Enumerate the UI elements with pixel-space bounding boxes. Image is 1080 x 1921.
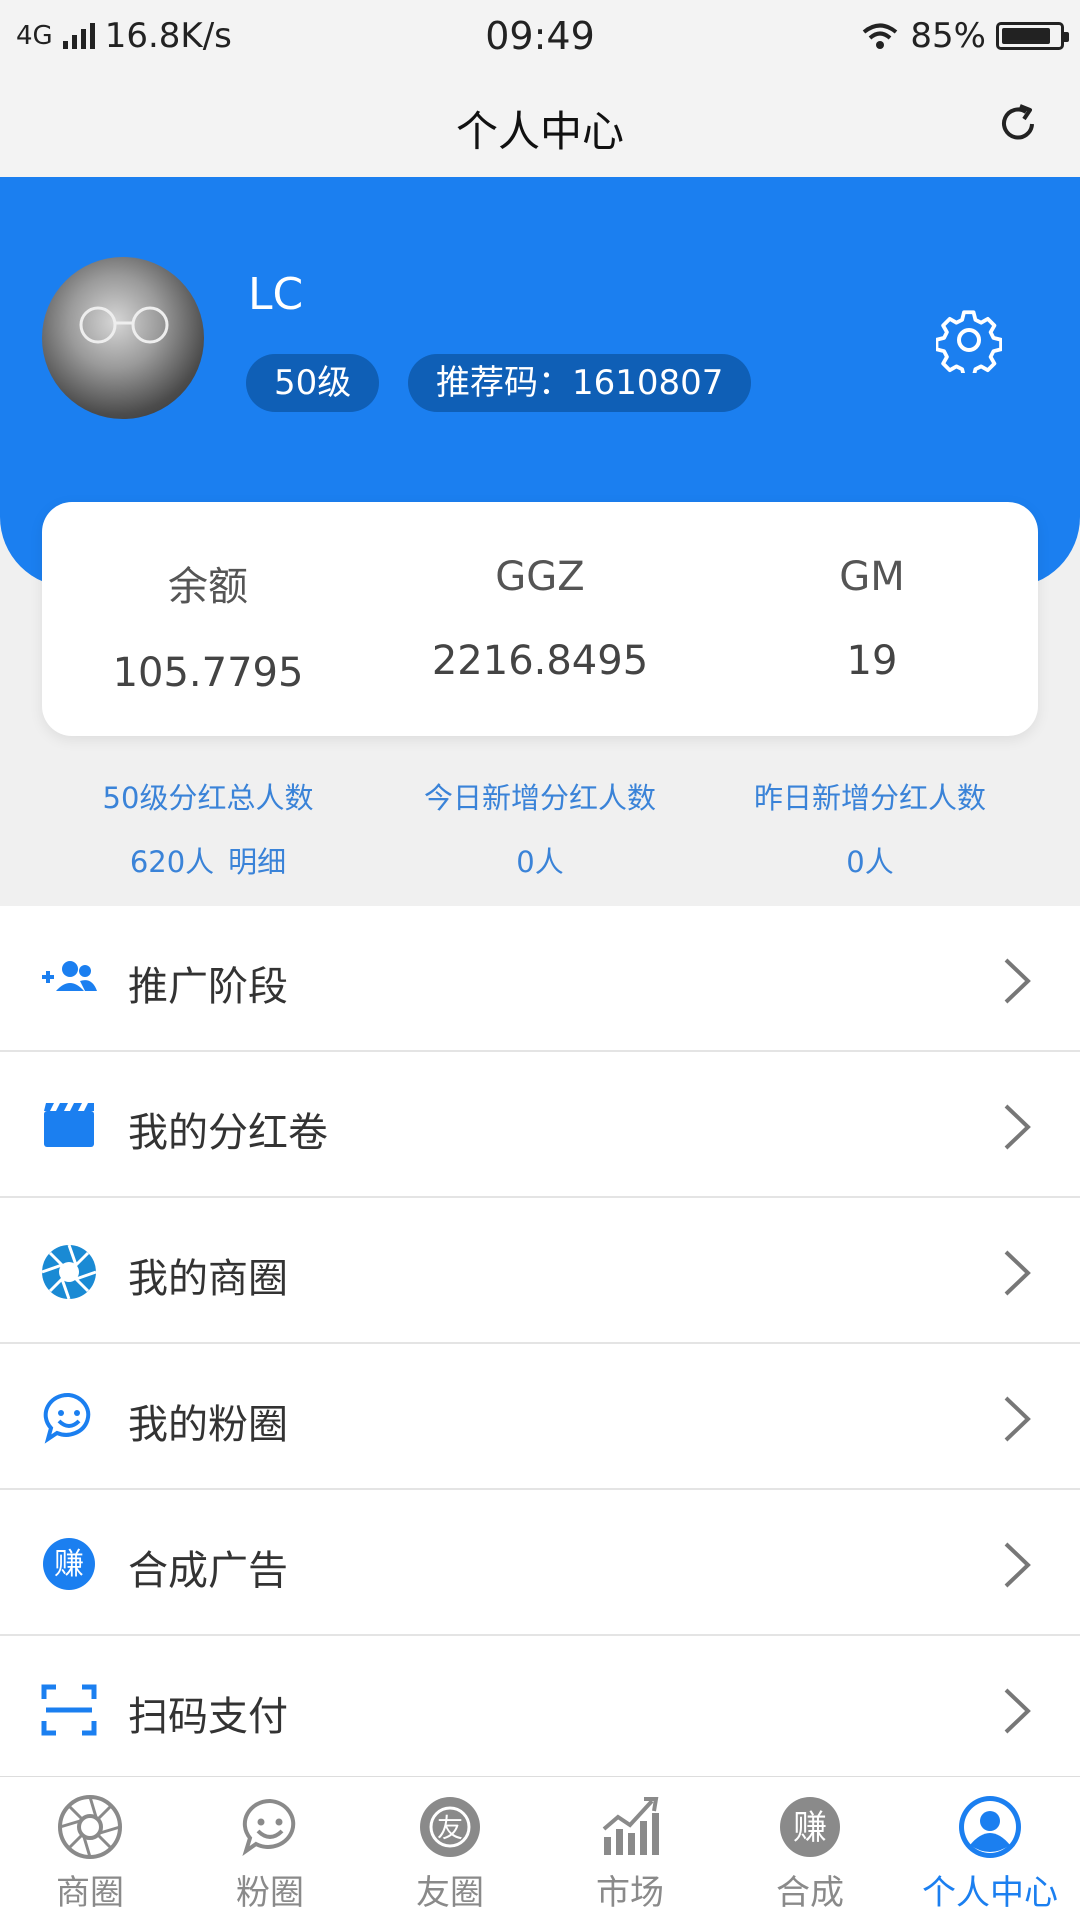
menu-item-my-business-circle[interactable]: 我的商圈 xyxy=(0,1198,1080,1344)
ggz-value: 2216.8495 xyxy=(431,638,649,684)
refresh-icon[interactable] xyxy=(994,100,1042,148)
tab-market[interactable]: 市场 xyxy=(540,1777,720,1921)
menu-item-promotion[interactable]: 推广阶段 xyxy=(0,906,1080,1052)
menu-item-synthesis-ad[interactable]: 赚 合成广告 xyxy=(0,1490,1080,1636)
tab-label: 友圈 xyxy=(416,1873,484,1913)
aperture-icon xyxy=(58,1795,122,1859)
level-badge: 50级 xyxy=(246,354,380,412)
chevron-right-icon xyxy=(1004,1250,1031,1296)
chevron-right-icon xyxy=(1004,1542,1031,1588)
total-dividend-value: 620人 xyxy=(129,845,215,879)
yesterday-dividend-value: 0人 xyxy=(846,845,894,879)
earn-badge-icon: 赚 xyxy=(43,1538,95,1590)
tab-label: 合成 xyxy=(776,1873,844,1913)
chevron-right-icon xyxy=(1004,1396,1031,1442)
chevron-right-icon xyxy=(1004,1104,1031,1150)
balance-label: 余额 xyxy=(168,564,248,610)
menu-item-label: 我的粉圈 xyxy=(128,1402,288,1448)
battery-icon xyxy=(996,22,1069,50)
detail-link[interactable]: 明细 xyxy=(228,845,286,879)
friend-glyph: 友 xyxy=(437,1814,463,1844)
menu-item-dividend-voucher[interactable]: 我的分红卷 xyxy=(0,1052,1080,1198)
menu-item-label: 合成广告 xyxy=(128,1548,288,1594)
earn-glyph: 赚 xyxy=(793,1808,827,1848)
menu-item-label: 我的分红卷 xyxy=(128,1110,328,1156)
tab-label: 粉圈 xyxy=(236,1873,304,1913)
tab-fan-circle[interactable]: 粉圈 xyxy=(180,1777,360,1921)
chevron-right-icon xyxy=(1004,1688,1031,1734)
today-dividend-label: 今日新增分红人数 xyxy=(423,781,656,815)
total-dividend-label: 50级分红总人数 xyxy=(102,781,314,815)
chevron-right-icon xyxy=(1004,958,1031,1004)
tab-synthesis[interactable]: 赚 合成 xyxy=(720,1777,900,1921)
gm-value: 19 xyxy=(846,638,898,684)
gear-icon[interactable] xyxy=(936,307,1002,373)
balance-value: 105.7795 xyxy=(112,650,304,696)
clapper-icon xyxy=(44,1103,94,1147)
menu-item-label: 推广阶段 xyxy=(128,964,288,1010)
tab-label: 市场 xyxy=(596,1873,664,1913)
aperture-icon xyxy=(41,1244,97,1300)
menu-item-label: 我的商圈 xyxy=(128,1256,288,1302)
gm-label: GM xyxy=(839,554,905,600)
smile-chat-icon xyxy=(43,1392,91,1444)
balance-card: 余额 105.7795 GGZ 2216.8495 GM 19 xyxy=(42,502,1038,736)
yesterday-dividend-label: 昨日新增分红人数 xyxy=(753,781,986,815)
earn-badge-icon: 赚 xyxy=(780,1797,840,1857)
wifi-icon xyxy=(863,23,898,49)
gm-col[interactable]: GM 19 xyxy=(706,502,1038,684)
referral-code-badge[interactable]: 推荐码：1610807 xyxy=(408,354,752,412)
menu-item-scan-pay[interactable]: 扫码支付 xyxy=(0,1636,1080,1782)
page-title: 个人中心 xyxy=(455,107,624,156)
battery-percent: 85% xyxy=(910,16,986,56)
ggz-label: GGZ xyxy=(495,554,585,600)
tab-business-circle[interactable]: 商圈 xyxy=(0,1777,180,1921)
menu-item-my-fan-circle[interactable]: 我的粉圈 xyxy=(0,1344,1080,1490)
yesterday-dividend-stat: 昨日新增分红人数 0人 xyxy=(690,775,1050,881)
scan-icon xyxy=(41,1684,97,1736)
total-dividend-stat: 50级分红总人数 620人 明细 xyxy=(28,775,388,881)
smile-chat-icon xyxy=(242,1798,296,1856)
avatar-photo xyxy=(79,306,169,344)
user-icon xyxy=(959,1796,1021,1858)
menu-item-label: 扫码支付 xyxy=(128,1694,288,1740)
ggz-col[interactable]: GGZ 2216.8495 xyxy=(374,502,706,684)
tab-label: 商圈 xyxy=(56,1873,124,1913)
menu-list: 推广阶段 我的分红卷 我的商圈 我的粉圈 赚 合成广告 扫码支付 xyxy=(0,906,1080,1782)
earn-glyph: 赚 xyxy=(54,1547,84,1582)
username: LC xyxy=(248,269,304,320)
status-bar: 4G 16.8K/s 09:49 85% xyxy=(0,0,1080,72)
today-dividend-stat: 今日新增分红人数 0人 xyxy=(360,775,720,881)
friend-badge-icon: 友 xyxy=(420,1797,480,1857)
avatar[interactable] xyxy=(42,257,204,419)
tab-personal-center[interactable]: 个人中心 xyxy=(900,1777,1080,1921)
chart-icon xyxy=(602,1797,659,1855)
balance-col[interactable]: 余额 105.7795 xyxy=(42,502,374,696)
title-bar: 个人中心 xyxy=(0,72,1080,177)
today-dividend-value: 0人 xyxy=(516,845,564,879)
tab-friend-circle[interactable]: 友 友圈 xyxy=(360,1777,540,1921)
tab-label: 个人中心 xyxy=(922,1873,1058,1913)
bottom-tab-bar: 商圈 粉圈 友 友圈 市场 赚 合成 个人中心 xyxy=(0,1776,1080,1921)
status-right: 85% xyxy=(860,16,1069,56)
add-group-icon xyxy=(42,961,97,991)
